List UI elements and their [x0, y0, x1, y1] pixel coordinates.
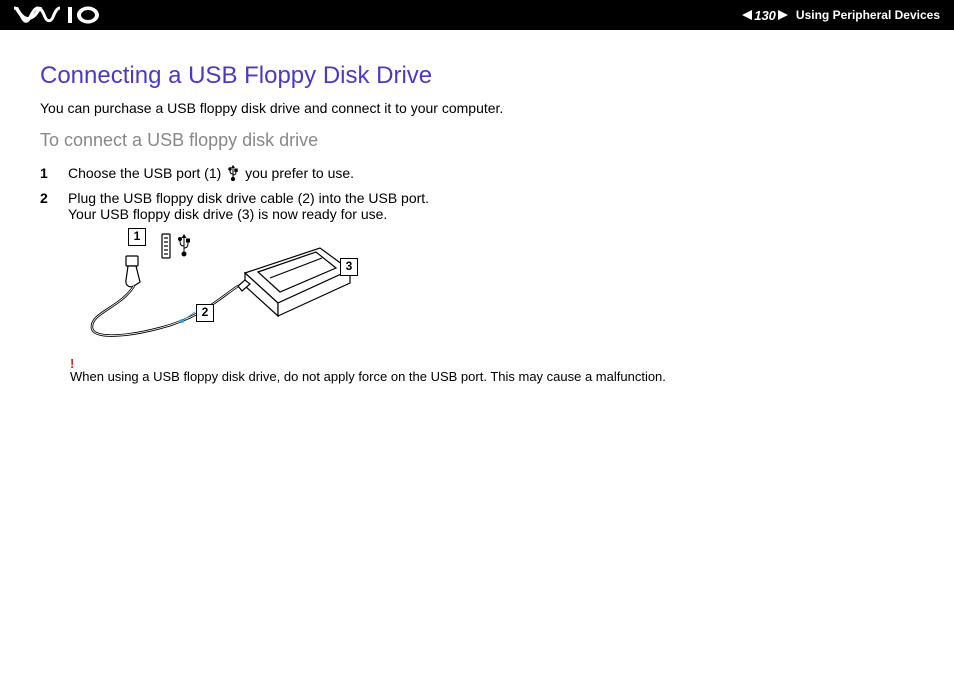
page-title: Connecting a USB Floppy Disk Drive [40, 62, 914, 90]
step-number: 2 [40, 190, 68, 206]
diagram-callout-3: 3 [340, 258, 358, 276]
step-number: 1 [40, 165, 68, 181]
header-nav: 130 Using Peripheral Devices [742, 8, 940, 23]
step-text: Plug the USB floppy disk drive cable (2)… [68, 190, 914, 222]
diagram-callout-1: 1 [128, 228, 146, 246]
page-content: Connecting a USB Floppy Disk Drive You c… [0, 30, 954, 384]
intro-text: You can purchase a USB floppy disk drive… [40, 100, 914, 116]
warning-text: When using a USB floppy disk drive, do n… [70, 369, 666, 384]
connection-diagram: 1 2 3 [70, 228, 410, 348]
step-item: 2 Plug the USB floppy disk drive cable (… [40, 190, 914, 222]
usb-icon [227, 165, 239, 184]
diagram-callout-2: 2 [196, 304, 214, 322]
header-bar: 130 Using Peripheral Devices [0, 0, 954, 30]
step-item: 1 Choose the USB port (1) [40, 165, 914, 184]
section-title: Using Peripheral Devices [796, 8, 940, 22]
document-page: 130 Using Peripheral Devices Connecting … [0, 0, 954, 674]
nav-next-icon[interactable] [778, 10, 788, 20]
page-number: 130 [754, 8, 776, 23]
nav-prev-icon[interactable] [742, 10, 752, 20]
vaio-logo [14, 6, 104, 24]
step-text: Choose the USB port (1) [68, 165, 914, 184]
step-list: 1 Choose the USB port (1) [40, 165, 914, 222]
procedure-title: To connect a USB floppy disk drive [40, 130, 914, 151]
warning-note: ! When using a USB floppy disk drive, do… [70, 356, 914, 384]
